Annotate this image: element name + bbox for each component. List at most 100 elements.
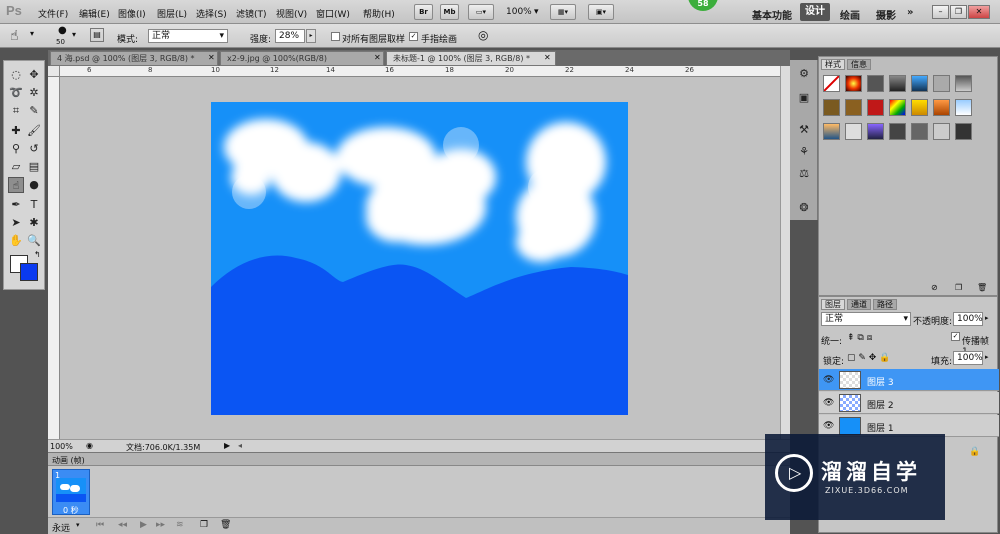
brush-panel-icon[interactable]: ▤ — [90, 28, 104, 42]
fill-input[interactable]: 100% — [953, 351, 983, 365]
first-frame-icon[interactable]: ⏮ — [96, 520, 104, 530]
propagate-checkbox[interactable]: ✓ — [951, 332, 960, 341]
style-swatch[interactable] — [823, 99, 840, 116]
style-swatch[interactable] — [933, 123, 950, 140]
zoom-tool-icon[interactable]: 🔍 — [26, 233, 42, 249]
status-zoom[interactable]: 100% — [50, 442, 73, 451]
style-swatch[interactable] — [955, 75, 972, 92]
clone-stamp-icon[interactable]: ⚲ — [8, 141, 24, 157]
canvas-area[interactable] — [60, 77, 784, 439]
tab-doc-2[interactable]: x2-9.jpg @ 100%(RGB/8) — [220, 51, 384, 66]
style-swatch[interactable] — [911, 123, 928, 140]
next-frame-icon[interactable]: ▸▸ — [156, 520, 165, 530]
style-swatch[interactable] — [911, 99, 928, 116]
prev-frame-icon[interactable]: ◂◂ — [118, 520, 127, 530]
layer-row-3[interactable]: 👁 图层 3 — [819, 369, 999, 391]
menu-edit[interactable]: 编辑(E) — [79, 7, 110, 20]
new-frame-icon[interactable]: ❐ — [200, 520, 208, 530]
hscroll-left-icon[interactable]: ◂ — [238, 441, 242, 450]
screen-mode-icon[interactable]: ▣▾ — [588, 4, 614, 20]
style-swatch[interactable] — [867, 123, 884, 140]
tab-layers[interactable]: 图层 — [821, 299, 845, 310]
tween-icon[interactable]: ≋ — [176, 520, 184, 530]
menu-help[interactable]: 帮助(H) — [363, 7, 395, 20]
style-swatch-none[interactable] — [823, 75, 840, 92]
menu-file[interactable]: 文件(F) — [38, 7, 68, 20]
lock-icons[interactable]: ▢ ✎ ✥ 🔒 — [847, 353, 890, 363]
color-panel-icon[interactable]: ⚙ — [796, 66, 812, 82]
opacity-input[interactable]: 100% — [953, 312, 983, 326]
menu-window[interactable]: 窗口(W) — [316, 7, 350, 20]
tab-styles[interactable]: 样式 — [821, 59, 845, 70]
tab-channels[interactable]: 通道 — [847, 299, 871, 310]
style-swatch[interactable] — [889, 123, 906, 140]
visibility-eye-icon[interactable]: 👁 — [823, 421, 834, 431]
eyedropper-icon[interactable]: ✎ — [26, 103, 42, 119]
path-select-icon[interactable]: ➤ — [8, 215, 24, 231]
menu-select[interactable]: 选择(S) — [196, 7, 227, 20]
workspace-photography[interactable]: 摄影 — [876, 7, 896, 22]
crop-tool-icon[interactable]: ⌗ — [8, 103, 24, 119]
gradient-tool-icon[interactable]: ▤ — [26, 159, 42, 175]
shape-tool-icon[interactable]: ✱ — [26, 215, 42, 231]
style-swatch[interactable] — [845, 123, 862, 140]
workspace-more-icon[interactable]: » — [907, 7, 913, 18]
menu-layer[interactable]: 图层(L) — [157, 7, 187, 20]
tab-doc-1-close-icon[interactable]: ✕ — [208, 53, 215, 62]
play-icon[interactable]: ▶ — [140, 520, 147, 530]
workspace-design[interactable]: 设计 — [800, 3, 830, 21]
restore-icon[interactable]: ❐ — [950, 5, 967, 19]
new-style-icon[interactable]: ❐ — [955, 283, 962, 292]
brush-chevron-icon[interactable]: ▾ — [72, 30, 76, 39]
style-swatch[interactable] — [933, 99, 950, 116]
swap-colors-icon[interactable]: ↰ — [34, 250, 41, 259]
tab-doc-1[interactable]: 4 海.psd @ 100% (图层 3, RGB/8) * — [50, 51, 218, 66]
mini-bridge-button[interactable]: Mb — [440, 4, 459, 20]
adjustments-icon[interactable]: ▣ — [796, 90, 812, 106]
type-tool-icon[interactable]: T — [26, 197, 42, 213]
opacity-slider-icon[interactable]: ▸ — [985, 314, 989, 322]
menu-filter[interactable]: 滤镜(T) — [236, 7, 267, 20]
layer-row-2[interactable]: 👁 图层 2 — [819, 392, 999, 414]
loop-chevron-icon[interactable]: ▾ — [76, 521, 80, 529]
healing-brush-icon[interactable]: ✚ — [8, 123, 24, 139]
finger-paint-checkbox[interactable]: ✓ — [409, 32, 418, 41]
dodge-tool-icon[interactable]: ● — [26, 177, 42, 193]
vertical-scrollbar[interactable] — [780, 66, 790, 442]
move-tool-icon[interactable]: ✥ — [26, 67, 42, 83]
style-swatch[interactable] — [911, 75, 928, 92]
blend-mode-dropdown[interactable]: 正常 ▾ — [821, 312, 911, 326]
tab-doc-3[interactable]: 未标题-1 @ 100% (图层 3, RGB/8) * — [386, 51, 556, 66]
hand-tool-icon[interactable]: ✋ — [8, 233, 24, 249]
workspace-painting[interactable]: 绘画 — [840, 7, 860, 22]
view-extras-icon[interactable]: ▭▾ — [468, 4, 494, 20]
loop-dropdown[interactable]: 永远 — [52, 521, 70, 534]
smudge-tool-active-icon[interactable]: ☝ — [8, 177, 24, 193]
document-canvas[interactable] — [211, 102, 628, 415]
frame-time[interactable]: 0 秒 — [63, 505, 79, 516]
unify-icons[interactable]: ⇞ ⧉ ⧈ — [847, 333, 872, 343]
tab-info[interactable]: 信息 — [847, 59, 871, 70]
close-icon[interactable]: ✕ — [968, 5, 990, 19]
delete-style-icon[interactable]: 🗑 — [977, 283, 987, 292]
minimize-icon[interactable]: – — [932, 5, 949, 19]
tool-preset-chevron-icon[interactable]: ▾ — [30, 29, 34, 38]
style-swatch[interactable] — [845, 99, 862, 116]
style-swatch[interactable] — [955, 123, 972, 140]
marquee-tool-icon[interactable]: ◌ — [8, 67, 24, 83]
style-swatch[interactable] — [889, 99, 906, 116]
status-preview-icon[interactable]: ◉ — [86, 441, 93, 450]
style-swatch[interactable] — [823, 123, 840, 140]
workspace-essentials[interactable]: 基本功能 — [752, 7, 792, 22]
strength-slider-icon[interactable]: ▸ — [306, 29, 316, 43]
brush-dot-icon[interactable]: ● — [58, 25, 67, 36]
bridge-button[interactable]: Br — [414, 4, 433, 20]
style-swatch[interactable] — [867, 75, 884, 92]
pen-tool-icon[interactable]: ✒ — [8, 197, 24, 213]
style-swatch[interactable] — [889, 75, 906, 92]
status-menu-icon[interactable]: ▶ — [224, 441, 230, 450]
menu-view[interactable]: 视图(V) — [276, 7, 307, 20]
eraser-icon[interactable]: ▱ — [8, 159, 24, 175]
brush-presets-icon[interactable]: ⚒ — [796, 122, 812, 138]
notification-badge[interactable]: 58 — [688, 0, 718, 11]
